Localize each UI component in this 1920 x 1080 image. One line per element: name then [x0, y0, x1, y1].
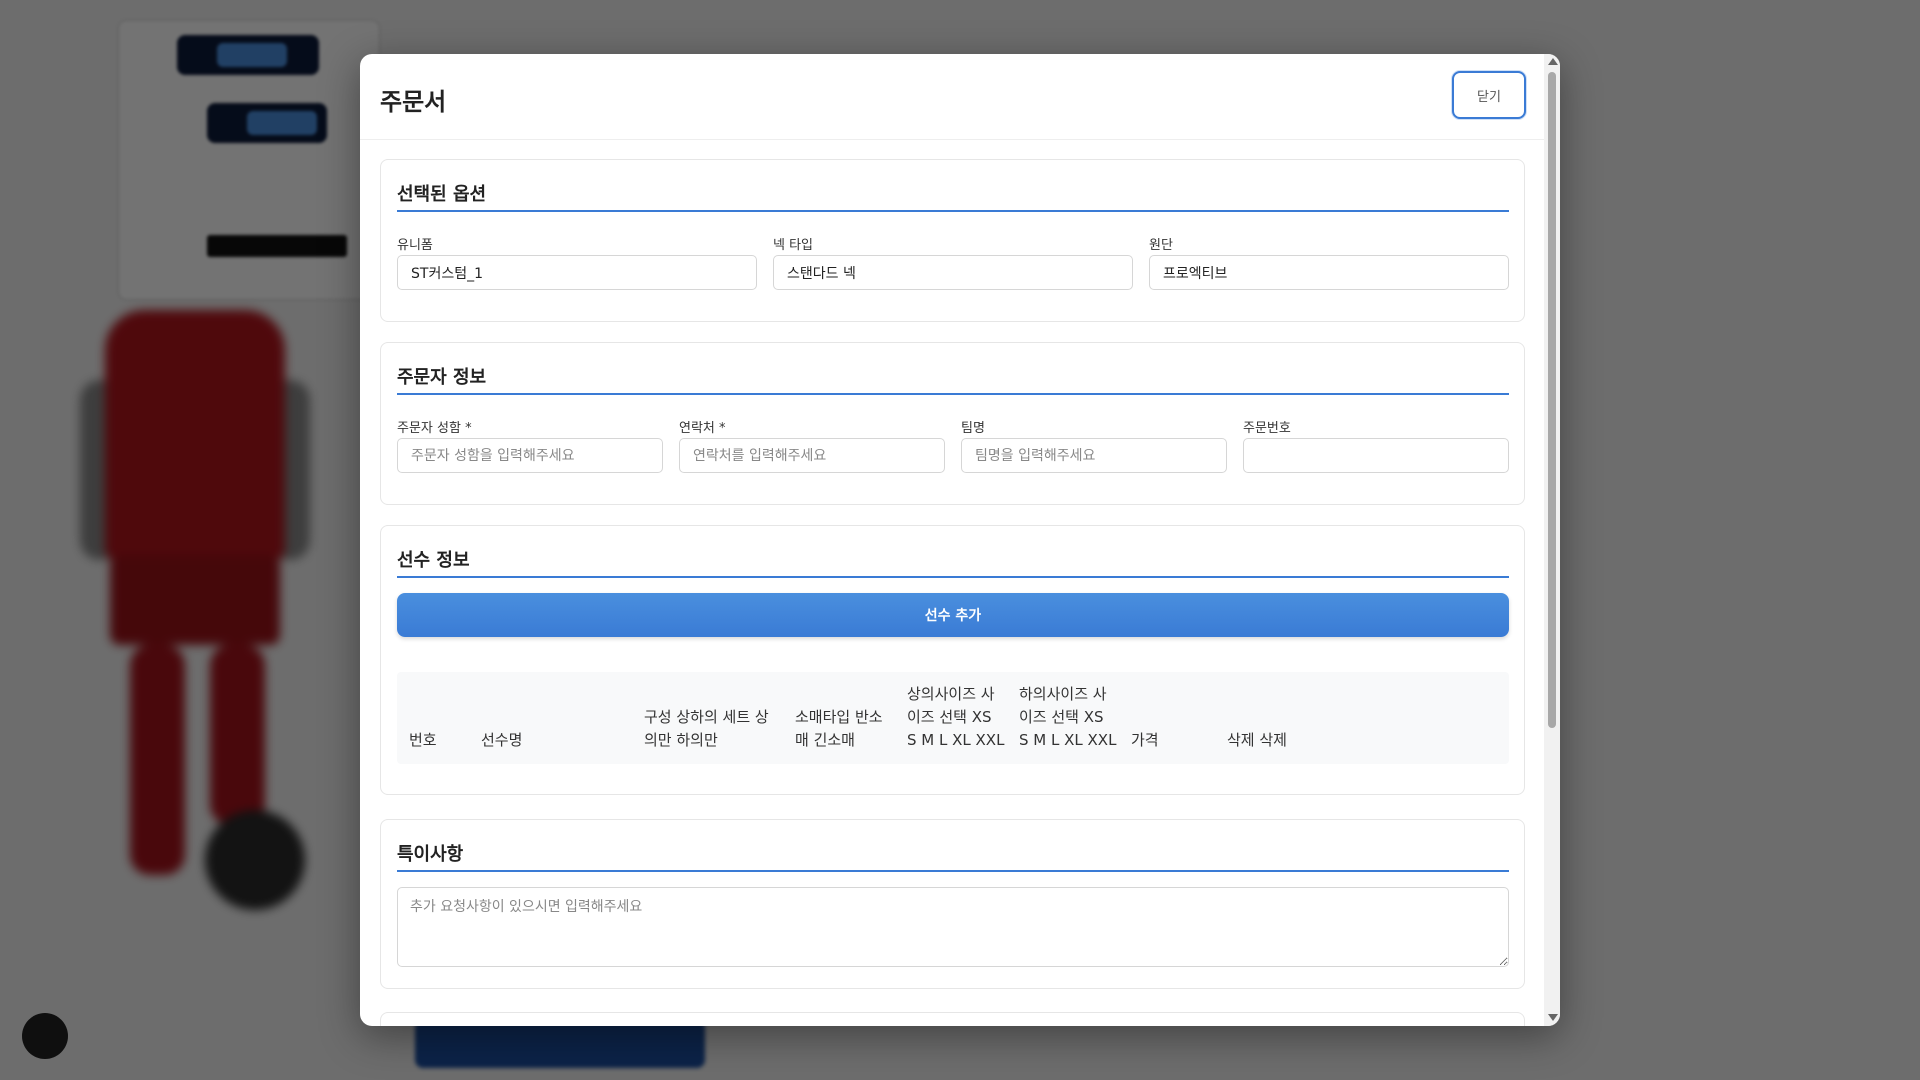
column-header-bottom-size: 하의사이즈 사 이즈 선택 XS S M L XL XXL	[1019, 685, 1117, 749]
modal-scrollbar[interactable]	[1544, 54, 1560, 1026]
section-divider	[397, 576, 1509, 578]
orderer-name-label: 주문자 성함 *	[397, 421, 472, 436]
column-header-delete: 삭제 삭제	[1227, 731, 1287, 749]
section-divider	[397, 210, 1509, 212]
uniform-label: 유니폼	[397, 238, 433, 253]
column-header-composition: 구성 상하의 세트 상 의만 하의만	[644, 708, 769, 749]
section-title: 주문자 정보	[397, 367, 487, 388]
orderer-name-input[interactable]	[397, 438, 663, 473]
notes-textarea[interactable]	[397, 887, 1509, 967]
column-header-sleeve-type: 소매타입 반소 매 긴소매	[795, 708, 883, 749]
order-number-input[interactable]	[1243, 438, 1509, 473]
add-player-button[interactable]: 선수 추가	[397, 593, 1509, 637]
section-title: 선택된 옵션	[397, 184, 487, 205]
close-button[interactable]: 닫기	[1452, 71, 1526, 119]
scroll-down-arrow-icon[interactable]	[1548, 1014, 1558, 1021]
player-info-section: 선수 정보 선수 추가 번호 선수명 구성 상하의 세트 상 의만 하의만 소매…	[380, 525, 1525, 795]
modal-header: 주문서 닫기	[360, 54, 1544, 140]
contact-input[interactable]	[679, 438, 945, 473]
notes-section: 특이사항	[380, 819, 1525, 989]
team-name-label: 팀명	[961, 421, 985, 436]
section-title: 특이사항	[397, 844, 464, 865]
selected-options-section: 선택된 옵션 유니폼 넥 타입 원단	[380, 159, 1525, 322]
column-header-player-name: 선수명	[481, 731, 523, 749]
column-header-price: 가격	[1131, 731, 1159, 749]
section-divider	[397, 870, 1509, 872]
orderer-info-section: 주문자 정보 주문자 성함 * 연락처 * 팀명 주문번호	[380, 342, 1525, 505]
column-header-number: 번호	[409, 731, 437, 749]
scroll-thumb[interactable]	[1548, 72, 1556, 728]
fabric-field[interactable]	[1149, 255, 1509, 290]
scroll-up-arrow-icon[interactable]	[1548, 58, 1558, 65]
fabric-label: 원단	[1149, 238, 1173, 253]
neck-type-label: 넥 타입	[773, 238, 814, 253]
column-header-top-size: 상의사이즈 사 이즈 선택 XS S M L XL XXL	[907, 685, 1005, 749]
next-section	[380, 1012, 1525, 1026]
section-divider	[397, 393, 1509, 395]
section-title: 선수 정보	[397, 550, 470, 571]
player-table-header: 번호 선수명 구성 상하의 세트 상 의만 하의만 소매타입 반소 매 긴소매 …	[397, 672, 1509, 764]
contact-label: 연락처 *	[679, 421, 726, 436]
neck-type-field[interactable]	[773, 255, 1133, 290]
order-number-label: 주문번호	[1243, 421, 1291, 436]
uniform-field[interactable]	[397, 255, 757, 290]
modal-title: 주문서	[380, 88, 447, 116]
order-form-modal: 주문서 닫기 선택된 옵션 유니폼 넥 타입 원단 주문자 정보 주문자 성함 …	[360, 54, 1560, 1026]
team-name-input[interactable]	[961, 438, 1227, 473]
